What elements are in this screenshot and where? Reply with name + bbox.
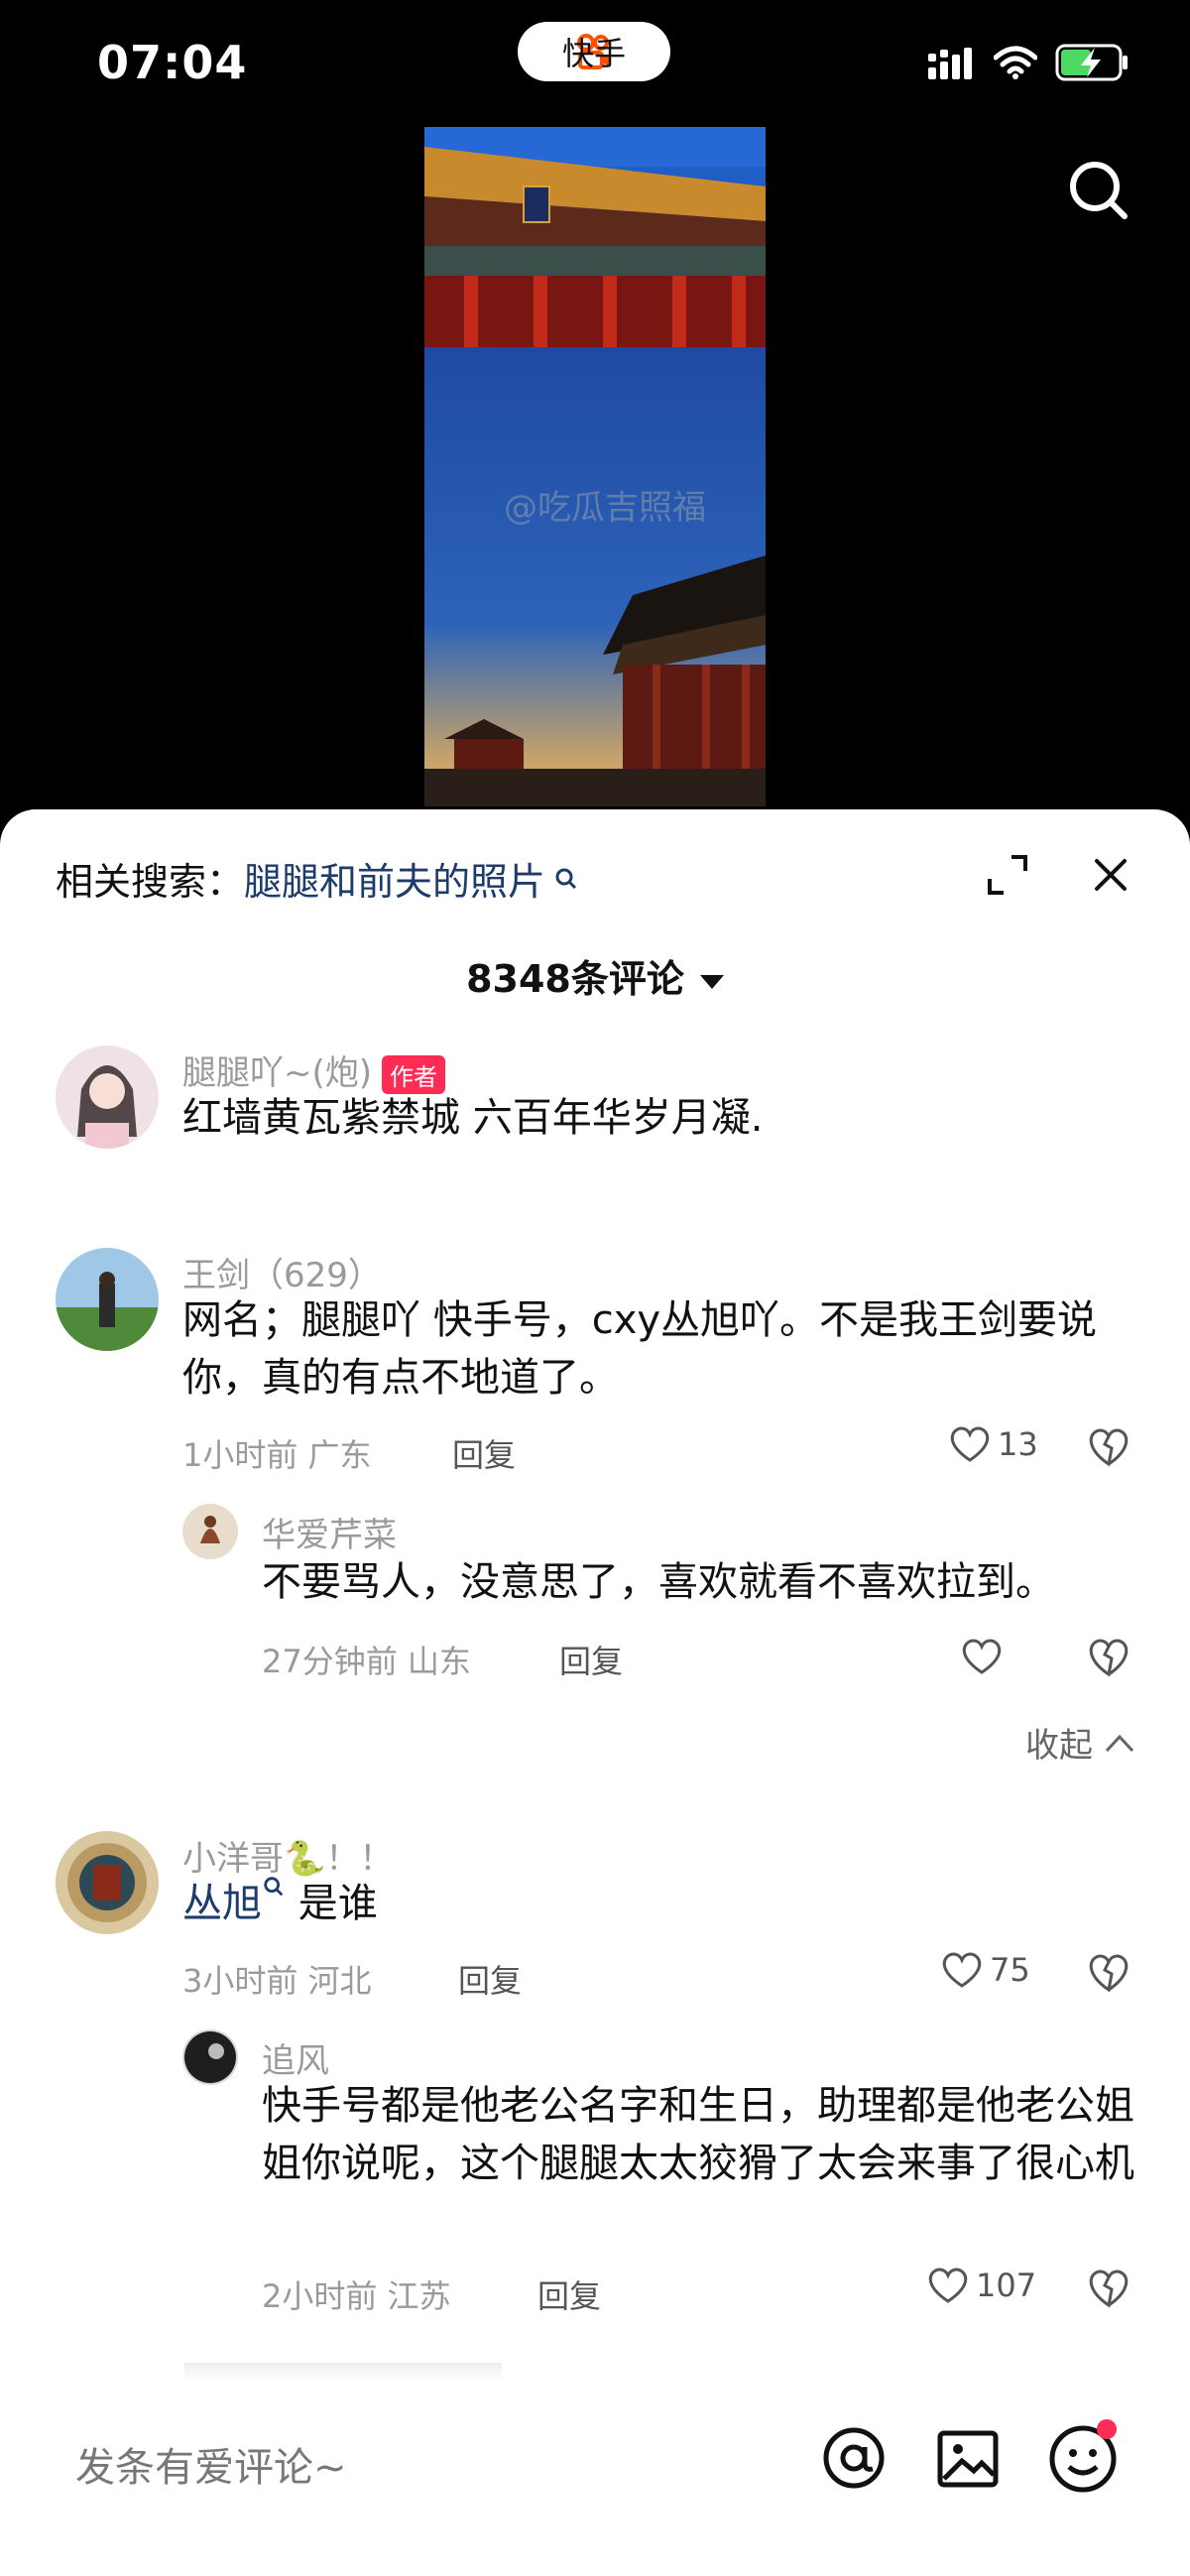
reply-button[interactable]: 回复: [458, 1956, 522, 2002]
broken-heart-icon[interactable]: [1085, 2264, 1132, 2311]
comment-text: 不要骂人，没意思了，喜欢就看不喜欢拉到。: [262, 1559, 1055, 1605]
comment-time-location: 2小时前 江苏: [262, 2277, 451, 2315]
chevron-down-icon: [699, 974, 724, 989]
comment-text-rest: 是谁: [298, 1881, 378, 1926]
broken-heart-icon[interactable]: [1085, 1422, 1132, 1470]
mention-link[interactable]: 丛旭: [182, 1881, 262, 1926]
comment-count-label: 8348条评论: [466, 957, 684, 1001]
related-search-query[interactable]: 腿腿和前夫的照片: [244, 851, 545, 906]
comment-text: 红墙黄瓦紫禁城 六百年华岁月凝.: [182, 1095, 764, 1141]
related-search-label: 相关搜索：: [56, 860, 245, 904]
comment-username[interactable]: 王剑（629）: [182, 1248, 382, 1296]
comment-input-bar: 发条有爱评论~: [0, 2382, 1190, 2576]
comment-text: 网名；腿腿吖 快手号，cxy丛旭吖。不是我王剑要说你，真的有点不地道了。: [182, 1297, 1098, 1401]
comment-count[interactable]: 8348条评论: [0, 948, 1190, 1003]
heart-icon: [950, 1426, 990, 1462]
collapse-button[interactable]: 收起: [1025, 1718, 1134, 1767]
like-button[interactable]: 75: [940, 1950, 1030, 1990]
search-icon[interactable]: [1067, 159, 1130, 222]
at-mention-icon[interactable]: [821, 2425, 887, 2491]
comment-username[interactable]: 腿腿吖~(炮) 作者: [182, 1045, 446, 1094]
watermark: @吃瓜吉照福: [504, 488, 706, 528]
palace-dusk-image: [424, 347, 766, 806]
comment-input[interactable]: 发条有爱评论~: [75, 2435, 347, 2493]
heart-icon[interactable]: [960, 1637, 1004, 1676]
avatar[interactable]: [182, 2029, 238, 2085]
heart-icon: [942, 1952, 982, 1988]
palace-eaves-image: [424, 127, 766, 347]
comment-username[interactable]: 华爱芹菜: [262, 1508, 397, 1556]
comment-sheet: 相关搜索： 腿腿和前夫的照片 8348条评论 腿腿吖~(炮) 作者 红墙黄瓦紫禁城…: [0, 809, 1190, 2576]
avatar[interactable]: [56, 1248, 159, 1351]
comment-time-location: 3小时前 河北: [182, 1962, 372, 2000]
cellular-signal-icon: [928, 48, 972, 79]
comment-text: 快手号都是他老公名字和生日，助理都是他老公姐姐你说呢，这个腿腿太太狡猾了太会来事…: [262, 2083, 1134, 2186]
battery-charging-icon: [1055, 44, 1128, 81]
app-name: 快手: [561, 35, 626, 72]
collapse-label: 收起: [1025, 1726, 1093, 1766]
like-count: 107: [976, 2267, 1037, 2304]
broken-heart-icon[interactable]: [1085, 1633, 1132, 1680]
broken-heart-icon[interactable]: [1085, 1948, 1132, 1996]
system-icons: [928, 44, 1130, 81]
avatar[interactable]: [56, 1045, 159, 1149]
like-count: 75: [990, 1951, 1030, 1989]
reply-button[interactable]: 回复: [452, 1430, 516, 1476]
like-button[interactable]: 107: [926, 2266, 1036, 2305]
expand-icon[interactable]: [986, 853, 1029, 897]
comment-username[interactable]: 小洋哥🐍！！: [182, 1831, 393, 1880]
close-icon[interactable]: [1089, 853, 1132, 897]
avatar[interactable]: [56, 1831, 159, 1934]
search-icon: [264, 1877, 284, 1897]
search-icon: [555, 868, 577, 889]
heart-icon: [928, 2268, 968, 2303]
wifi-icon: [994, 46, 1037, 79]
related-search[interactable]: 相关搜索： 腿腿和前夫的照片: [56, 851, 579, 906]
comment-time-location: 1小时前 广东: [182, 1436, 372, 1474]
comment-text: 丛旭 是谁: [182, 1875, 1134, 1932]
like-count: 13: [998, 1425, 1038, 1463]
clock: 07:04: [97, 36, 248, 89]
avatar[interactable]: [182, 1504, 238, 1559]
status-bar: 07:04 快手: [0, 0, 1190, 129]
chevron-up-icon: [1105, 1734, 1134, 1752]
notification-dot: [1097, 2419, 1117, 2439]
truncated-comment-row: [184, 2363, 502, 2383]
comment-username[interactable]: 追风: [262, 2033, 329, 2082]
video-player[interactable]: [424, 127, 766, 806]
app-badge[interactable]: 快手: [518, 22, 670, 81]
reply-button[interactable]: 回复: [537, 2271, 601, 2317]
comment-time-location: 27分钟前 山东: [262, 1643, 471, 1680]
reply-button[interactable]: 回复: [559, 1637, 623, 1682]
like-button[interactable]: 13: [948, 1424, 1038, 1464]
image-picker-icon[interactable]: [936, 2427, 1000, 2491]
